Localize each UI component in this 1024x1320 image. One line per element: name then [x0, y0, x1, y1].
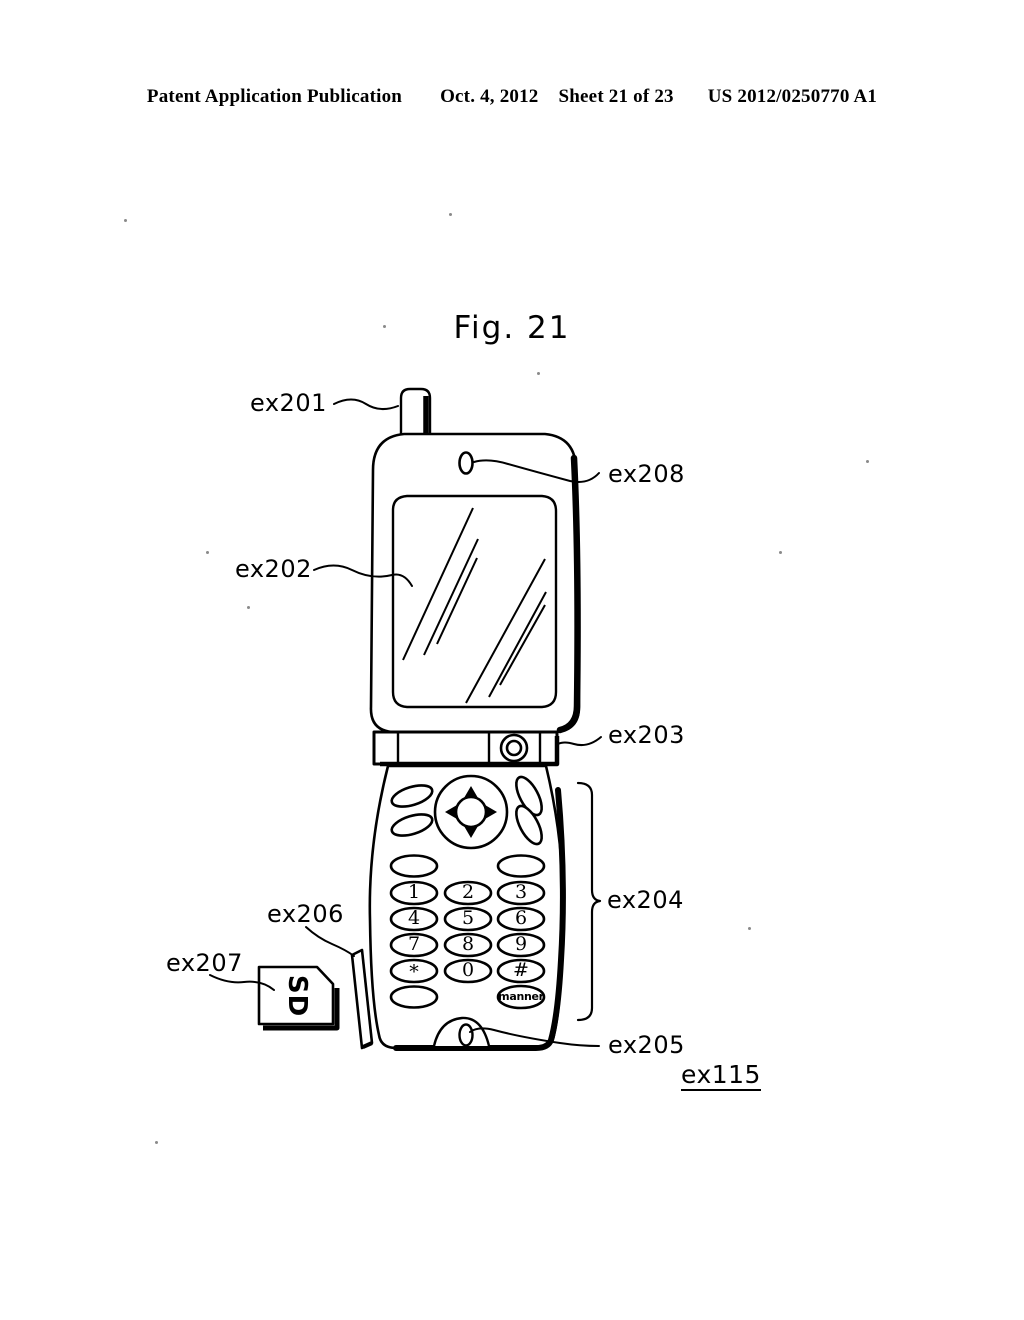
key-blank — [496, 854, 546, 878]
leader-ex206 — [305, 926, 355, 957]
ex204-brace — [576, 781, 602, 1022]
label-ex203: ex203 — [608, 721, 685, 749]
key-label-5[interactable]: 5 — [458, 908, 478, 928]
hinge-bar — [372, 730, 560, 767]
label-ex201: ex201 — [250, 389, 327, 417]
key-label-0[interactable]: 0 — [458, 960, 478, 980]
label-ex208: ex208 — [608, 460, 685, 488]
memory-card-text: SD — [282, 974, 312, 1018]
label-ex207: ex207 — [166, 949, 243, 977]
key-label-9[interactable]: 9 — [511, 934, 531, 954]
memory-card-label: SD — [279, 975, 315, 1017]
key-label-3[interactable]: 3 — [511, 882, 531, 902]
key-label-manner[interactable]: manner — [496, 989, 546, 1005]
key-label-6[interactable]: 6 — [511, 908, 531, 928]
figure-drawing — [209, 387, 602, 1051]
card-slot — [350, 948, 374, 1050]
key-label-8[interactable]: 8 — [458, 934, 478, 954]
display-screen — [391, 494, 558, 709]
key-blank — [389, 985, 439, 1009]
label-ex205: ex205 — [608, 1031, 685, 1059]
label-ex204: ex204 — [607, 886, 684, 914]
key-label-hash[interactable]: # — [511, 960, 531, 980]
dpad — [433, 774, 509, 850]
label-ex206: ex206 — [267, 900, 344, 928]
label-ex115: ex115 — [681, 1060, 761, 1091]
key-label-star[interactable]: * — [404, 962, 424, 982]
camera-hole — [458, 451, 474, 475]
label-ex202: ex202 — [235, 555, 312, 583]
key-blank — [389, 854, 439, 878]
leader-ex203 — [557, 736, 602, 747]
key-label-1[interactable]: 1 — [404, 882, 424, 902]
key-label-2[interactable]: 2 — [458, 882, 478, 902]
leader-ex201 — [333, 398, 399, 410]
key-label-4[interactable]: 4 — [404, 908, 424, 928]
key-label-7[interactable]: 7 — [404, 934, 424, 954]
